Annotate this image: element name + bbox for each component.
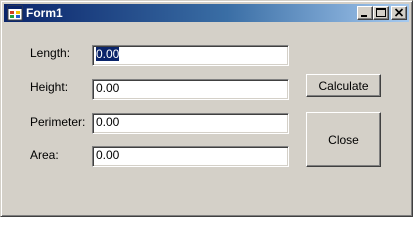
length-value: 0.00: [96, 47, 120, 61]
length-field[interactable]: 0.00: [92, 45, 289, 66]
height-label: Height:: [30, 80, 69, 94]
perimeter-label: Perimeter:: [30, 115, 86, 129]
window-title: Form1: [26, 6, 63, 20]
area-field[interactable]: 0.00: [92, 146, 289, 167]
minimize-icon: [361, 15, 367, 17]
form-app-icon[interactable]: [7, 5, 23, 21]
area-value: 0.00: [96, 148, 120, 162]
minimize-button[interactable]: [357, 6, 373, 20]
length-label: Length:: [30, 46, 71, 60]
calculate-button[interactable]: Calculate: [306, 74, 381, 97]
close-icon: [394, 8, 404, 17]
close-window-button[interactable]: [391, 6, 407, 20]
perimeter-value: 0.00: [96, 115, 120, 129]
maximize-icon: [376, 8, 386, 17]
height-value: 0.00: [96, 81, 120, 95]
perimeter-field[interactable]: 0.00: [92, 113, 289, 134]
area-label: Area:: [30, 148, 59, 162]
maximize-button[interactable]: [373, 6, 389, 20]
form-window: Form1 Length: 0.00 Height: 0.00 Perimete…: [0, 0, 413, 217]
close-button[interactable]: Close: [306, 112, 381, 167]
title-bar[interactable]: Form1: [4, 4, 409, 22]
height-field[interactable]: 0.00: [92, 79, 289, 100]
